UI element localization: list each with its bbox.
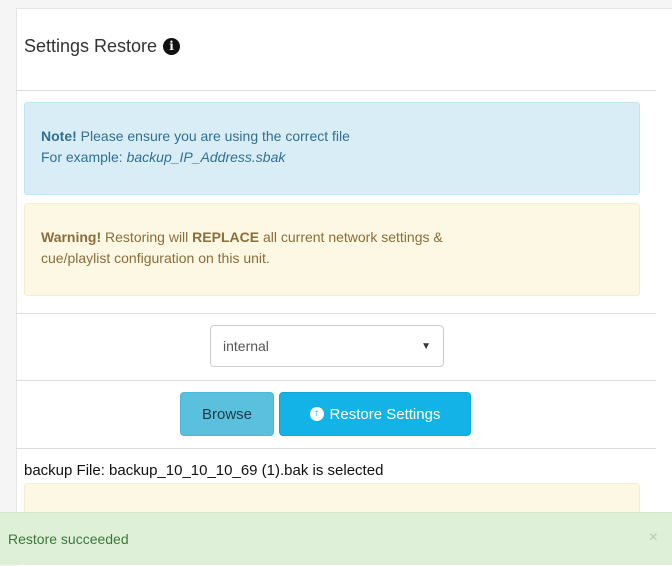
- success-toast: Restore succeeded ×: [0, 512, 672, 565]
- source-select-value: internal: [223, 338, 269, 354]
- divider: [16, 380, 656, 381]
- panel-title-text: Settings Restore: [24, 36, 158, 56]
- status-alert-partial: [24, 483, 640, 513]
- panel-title: Settings Restore i: [24, 36, 181, 57]
- source-select[interactable]: internal ▼: [210, 325, 444, 367]
- divider: [16, 313, 656, 314]
- note-line-1: Note! Please ensure you are using the co…: [41, 126, 623, 147]
- divider: [16, 448, 656, 449]
- example-label: For example:: [41, 149, 127, 165]
- note-text: Please ensure you are using the correct …: [76, 128, 350, 144]
- close-icon[interactable]: ×: [649, 529, 658, 547]
- warning-line-2: cue/playlist configuration on this unit.: [41, 250, 270, 266]
- divider: [16, 90, 656, 91]
- info-circle-icon[interactable]: i: [163, 38, 181, 55]
- warning-text-1: Restoring will: [101, 229, 193, 245]
- warning-emphasis: REPLACE: [192, 229, 260, 245]
- restore-settings-button[interactable]: ↑ Restore Settings: [279, 392, 471, 436]
- chevron-down-icon: ▼: [421, 340, 431, 352]
- restore-button-label: Restore Settings: [329, 405, 441, 423]
- warning-text-2: all current network settings &: [259, 229, 443, 245]
- toast-message: Restore succeeded: [8, 531, 129, 547]
- example-filename: backup_IP_Address.sbak: [126, 149, 286, 165]
- selected-file-status: backup File: backup_10_10_10_69 (1).bak …: [24, 462, 384, 479]
- arrow-circle-up-icon: ↑: [309, 407, 324, 421]
- note-alert: Note! Please ensure you are using the co…: [24, 102, 640, 195]
- note-line-2: For example: backup_IP_Address.sbak: [41, 147, 623, 168]
- browse-button-label: Browse: [201, 405, 253, 423]
- warning-line-1: Warning! Restoring will REPLACE all curr…: [41, 227, 623, 248]
- note-lead: Note!: [41, 128, 77, 144]
- warning-alert: Warning! Restoring will REPLACE all curr…: [24, 203, 640, 296]
- browse-button[interactable]: Browse: [180, 392, 274, 436]
- warning-lead: Warning!: [41, 229, 102, 245]
